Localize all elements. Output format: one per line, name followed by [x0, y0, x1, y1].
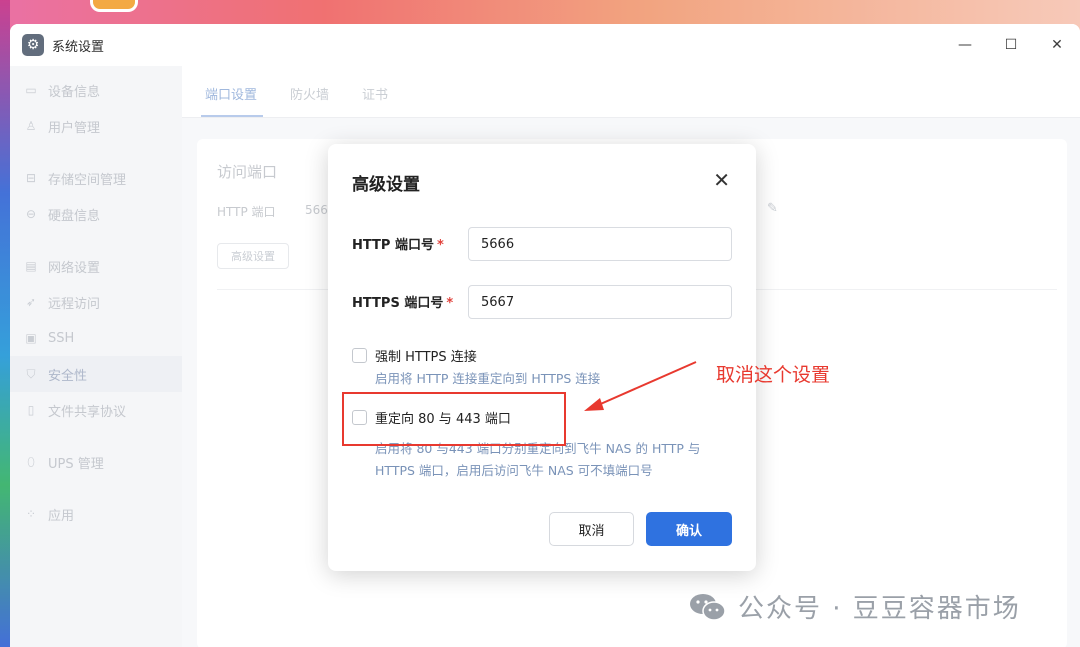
annotation-note: 取消这个设置 [716, 364, 831, 386]
watermark: 公众号 · 豆豆容器市场 [688, 588, 1021, 625]
watermark-text: 公众号 · 豆豆容器市场 [738, 594, 1021, 624]
wechat-icon [690, 593, 726, 621]
annotation-arrow [584, 361, 697, 411]
